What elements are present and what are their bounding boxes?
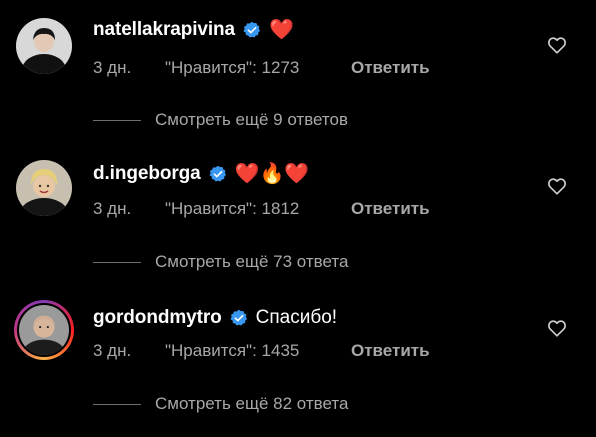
likes-count[interactable]: "Нравится": 1812 [165,199,351,219]
username[interactable]: natellakrapivina [93,19,235,41]
verified-badge-icon [230,309,247,326]
reply-button[interactable]: Ответить [351,199,430,219]
replies-divider [93,261,141,263]
view-replies-button[interactable]: Смотреть ещё 82 ответа [93,394,348,414]
view-replies-label: Смотреть ещё 73 ответа [155,252,349,271]
likes-count[interactable]: "Нравится": 1273 [165,58,351,78]
comment-meta: 3 дн. "Нравится": 1812 Ответить [93,199,430,219]
avatar[interactable] [16,160,72,216]
avatar-photo [17,303,71,357]
comment-emoji: ❤️ [269,19,294,41]
comment-time: 3 дн. [93,341,132,360]
view-replies-button[interactable]: Смотреть ещё 73 ответа [93,252,348,272]
replies-divider [93,119,141,121]
view-replies-button[interactable]: Смотреть ещё 9 ответов [93,110,348,130]
comment-meta: 3 дн. "Нравится": 1273 Ответить [93,58,430,78]
replies-divider [93,403,141,405]
comment-header: natellakrapivina ❤️ [93,18,294,42]
avatar[interactable] [16,18,72,74]
view-replies-label: Смотреть ещё 9 ответов [155,110,349,129]
view-replies-label: Смотреть ещё 82 ответа [155,394,349,413]
heart-outline-icon[interactable] [547,319,567,337]
likes-count[interactable]: "Нравится": 1435 [165,341,351,361]
heart-outline-icon[interactable] [547,36,567,54]
comment-header: gordondmytro Спасибо! [93,306,337,330]
verified-badge-icon [209,165,226,182]
comment-meta: 3 дн. "Нравится": 1435 Ответить [93,341,430,361]
username[interactable]: d.ingeborga [93,163,201,185]
reply-button[interactable]: Ответить [351,58,430,78]
username[interactable]: gordondmytro [93,307,222,329]
comment-emoji: ❤️🔥❤️ [234,163,310,185]
avatar[interactable] [14,300,74,360]
comment-time: 3 дн. [93,199,132,218]
comment-time: 3 дн. [93,58,132,77]
heart-outline-icon[interactable] [547,177,567,195]
reply-button[interactable]: Ответить [351,341,430,361]
verified-badge-icon [243,21,261,38]
comment-text: Спасибо! [255,307,338,328]
comment-header: d.ingeborga ❤️🔥❤️ [93,162,309,186]
